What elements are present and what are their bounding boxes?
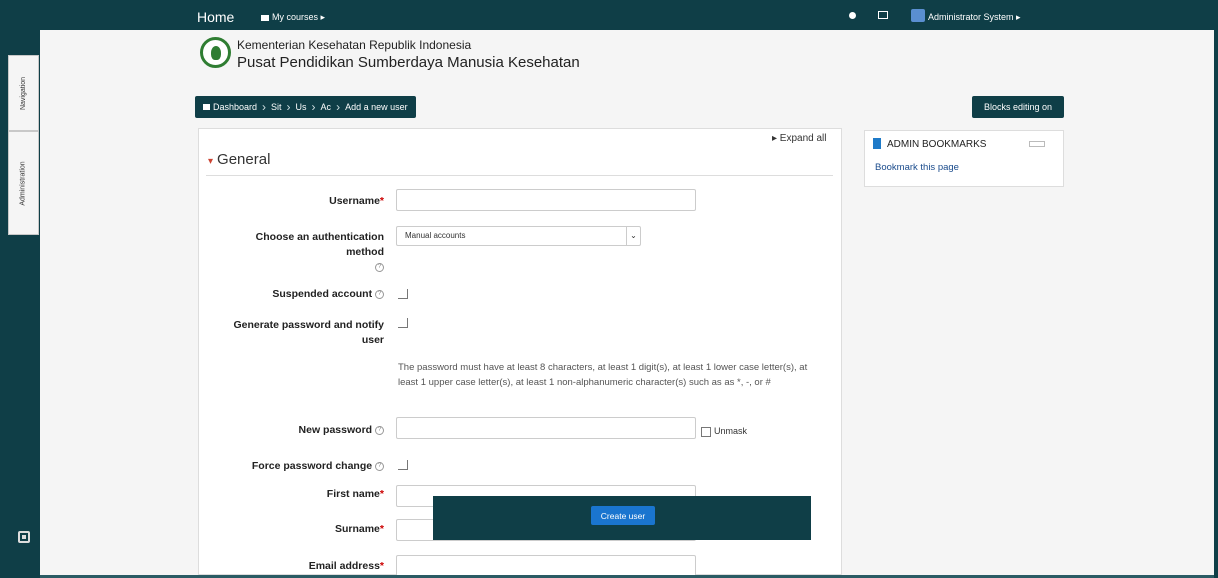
blocks-editing-button[interactable]: Blocks editing on	[972, 96, 1064, 118]
email-input[interactable]	[396, 555, 696, 577]
suspended-checkbox[interactable]	[398, 289, 408, 299]
generate-password-label: Generate password and notify user	[233, 319, 384, 346]
collapse-icon: ▾	[208, 156, 214, 167]
force-change-checkbox[interactable]	[398, 460, 408, 470]
breadcrumb-separator: ›	[286, 100, 291, 114]
create-user-button[interactable]: Create user	[591, 506, 655, 525]
username-input[interactable]	[396, 189, 696, 211]
help-icon[interactable]: ?	[375, 425, 384, 435]
help-icon[interactable]: ?	[375, 289, 384, 299]
sticky-footer: Create user	[433, 496, 811, 540]
my-courses-menu[interactable]: My courses ▸	[261, 12, 325, 23]
bookmark-page-link[interactable]: Bookmark this page	[875, 162, 959, 173]
breadcrumb-current: Add a new user	[345, 102, 408, 112]
block-title: ADMIN BOOKMARKS	[887, 139, 987, 150]
breadcrumb-separator: ›	[336, 100, 341, 114]
firstname-label: First name*	[326, 488, 384, 500]
left-dock: Navigation Administration	[0, 0, 40, 578]
expand-all-link[interactable]: ▸ Expand all	[772, 133, 827, 144]
force-change-label: Force password change ?	[219, 459, 384, 474]
breadcrumb-users[interactable]: Us	[296, 102, 307, 112]
section-general[interactable]: ▾ General	[208, 151, 270, 168]
help-icon[interactable]: ?	[375, 262, 384, 272]
password-policy-note: The password must have at least 8 charac…	[398, 362, 808, 388]
org-logo	[199, 35, 232, 79]
navigation-tab[interactable]: Navigation	[8, 55, 39, 131]
email-label: Email address*	[308, 560, 384, 572]
new-password-input[interactable]	[396, 417, 696, 439]
breadcrumb-separator: ›	[262, 100, 267, 114]
breadcrumb-separator: ›	[311, 100, 316, 114]
bookmark-icon	[873, 138, 881, 149]
breadcrumb-site[interactable]: Sit	[271, 102, 282, 112]
top-navbar: Home My courses ▸ Administrator System ▸	[40, 0, 1218, 30]
surname-label: Surname*	[334, 523, 384, 535]
unmask-checkbox[interactable]	[701, 427, 711, 437]
avatar[interactable]	[911, 9, 925, 22]
new-password-label: New password ?	[219, 423, 384, 438]
divider	[206, 175, 833, 176]
my-courses-label: My courses ▸	[272, 12, 326, 22]
auth-method-select[interactable]: Manual accounts ⌄	[396, 226, 641, 246]
org-subname: Pusat Pendidikan Sumberdaya Manusia Kese…	[237, 54, 580, 71]
admin-bookmarks-block: ADMIN BOOKMARKS Bookmark this page	[864, 130, 1064, 187]
help-icon[interactable]: ?	[375, 461, 384, 471]
home-link[interactable]: Home	[197, 9, 234, 25]
home-icon	[203, 104, 210, 110]
navigation-tab-label: Navigation	[20, 76, 28, 110]
breadcrumb-accounts[interactable]: Ac	[321, 102, 332, 112]
section-title: General	[217, 151, 271, 168]
notifications-icon[interactable]	[849, 12, 856, 19]
messages-icon[interactable]	[878, 11, 888, 19]
dock-toggle-icon[interactable]	[18, 531, 30, 543]
block-controls-icon[interactable]	[1029, 141, 1045, 147]
suspended-label: Suspended account ?	[219, 287, 384, 302]
unmask-label: Unmask	[714, 426, 748, 436]
administration-tab-label: Administration	[20, 160, 28, 206]
breadcrumb-dashboard[interactable]: Dashboard	[213, 102, 257, 112]
courses-icon	[261, 14, 269, 21]
page-content: Kementerian Kesehatan Republik Indonesia…	[40, 30, 1214, 577]
breadcrumb: Dashboard › Sit › Us › Ac › Add a new us…	[195, 96, 416, 118]
user-menu[interactable]: Administrator System ▸	[928, 12, 1021, 23]
auth-method-label: Choose an authentication method?	[255, 231, 384, 272]
generate-password-checkbox[interactable]	[398, 318, 408, 328]
org-name: Kementerian Kesehatan Republik Indonesia	[237, 38, 472, 52]
chevron-down-icon: ⌄	[626, 227, 640, 245]
administration-tab[interactable]: Administration	[8, 131, 39, 235]
username-label: Username*	[329, 195, 384, 207]
